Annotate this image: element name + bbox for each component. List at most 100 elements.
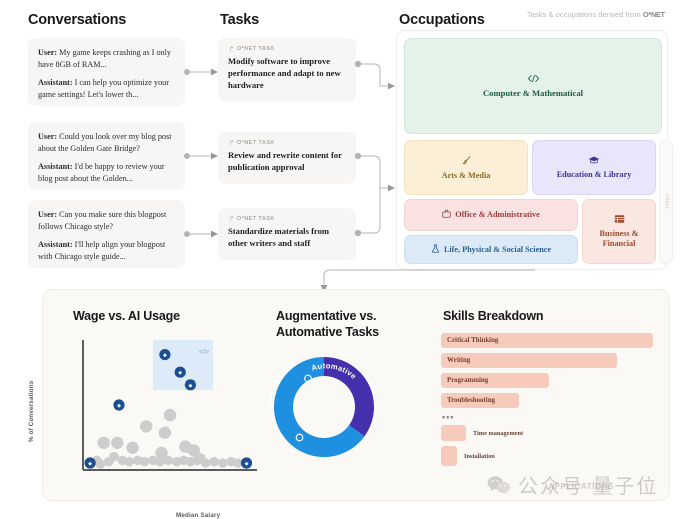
scatter-box-code-icon: </> <box>199 349 209 356</box>
onet-source-label: O*NET <box>642 10 665 19</box>
speaker-label-user: User: <box>38 132 58 141</box>
briefcase-icon <box>442 209 451 221</box>
scatter-plot-svg: </> ◆ ◆ ◆ ◆ ◆ ◆ <box>82 340 257 471</box>
column-title-tasks: Tasks <box>220 12 260 28</box>
occupation-cell-business-financial[interactable]: Business & Financial <box>582 199 656 264</box>
scatter-point-icon: ◆ <box>245 461 249 467</box>
donut-label-automative: Automative <box>310 361 358 381</box>
skill-bar[interactable]: Critical Thinking <box>441 333 653 348</box>
skill-bar[interactable]: Programming <box>441 373 550 388</box>
task-text: Modify software to improve performance a… <box>228 56 341 90</box>
scatter-highlight-box <box>153 340 213 390</box>
occupation-cell-arts-media[interactable]: Arts & Media <box>404 140 528 195</box>
conversation-turn-assistant: Assistant: I'll help align your blogpost… <box>38 239 175 262</box>
skill-chip <box>441 446 457 466</box>
task-text: Standardize materials from other writers… <box>228 226 330 248</box>
speaker-label-user: User: <box>38 210 58 219</box>
occupation-label: Computer & Mathematical <box>482 87 584 98</box>
occupation-label: Business & Financial <box>599 229 639 248</box>
conversation-user-text: Can you make sure this blogpost follows … <box>38 210 167 231</box>
occupation-cell-other[interactable]: Other <box>659 140 673 264</box>
tag-pin-icon <box>229 216 234 222</box>
donut-label-automative-text: Automative <box>310 361 358 381</box>
occupation-label: Office & Administrative <box>455 210 540 220</box>
skill-bar[interactable]: Troubleshooting <box>441 393 520 408</box>
task-badge: O*NET TASK <box>228 46 346 52</box>
flask-icon <box>431 244 440 256</box>
tag-pin-icon <box>229 140 234 146</box>
watermark-text: 公众号 量子位 <box>518 474 659 498</box>
task-card[interactable]: O*NET TASK Modify software to improve pe… <box>218 38 356 102</box>
scatter-point-muted <box>126 441 139 454</box>
scatter-point-muted <box>163 455 174 466</box>
conversation-user-text: My game keeps crashing as I only have 8G… <box>38 48 172 69</box>
occupation-cell-life-physical-social-science[interactable]: Life, Physical & Social Science <box>404 235 578 264</box>
occupation-label: Other <box>663 194 670 210</box>
task-badge: O*NET TASK <box>228 140 346 146</box>
scatter-point-muted <box>209 456 219 467</box>
scatter-point-muted <box>140 420 153 433</box>
donut-slices-group <box>273 357 374 457</box>
speaker-label-assistant: Assistant: <box>38 240 73 250</box>
occupation-cell-office-administrative[interactable]: Office & Administrative <box>404 199 578 231</box>
conversation-user-text: Could you look over my blog post about t… <box>38 132 172 153</box>
paintbrush-icon <box>461 155 472 169</box>
scatter-point-muted <box>217 458 228 468</box>
infographic-canvas: Conversations Tasks Occupations Tasks & … <box>0 0 700 519</box>
task-badge: O*NET TASK <box>228 216 346 222</box>
conversation-card[interactable]: User: My game keeps crashing as I only h… <box>28 38 185 106</box>
skill-bar[interactable]: Writing <box>441 353 617 368</box>
task-badge-text: O*NET TASK <box>237 140 275 146</box>
task-card[interactable]: O*NET TASK Standardize materials from ot… <box>218 208 356 260</box>
skill-extra-label: Installation <box>464 452 495 460</box>
scatter-point-icon: ◆ <box>178 370 182 376</box>
conversation-turn-assistant: Assistant: I can help you optimize your … <box>38 77 175 100</box>
task-badge-text: O*NET TASK <box>237 216 275 222</box>
connector-tasks-to-occupations <box>354 60 395 237</box>
occupation-label: Life, Physical & Social Science <box>443 244 552 254</box>
skill-chip <box>441 425 466 441</box>
occupation-label: Arts & Media <box>441 170 491 180</box>
column-title-occupations: Occupations <box>399 12 485 28</box>
speaker-label-user: User: <box>38 48 58 57</box>
derived-note-prefix: Tasks & occupations derived from <box>527 10 643 19</box>
donut-chart-augmentative-vs-automative: Automative Augmentative <box>265 348 383 471</box>
occupation-label: Education & Library <box>556 170 632 179</box>
skill-label: Programming <box>447 377 489 384</box>
tag-pin-icon <box>229 46 234 52</box>
chart-title-augmentative-vs-automative: Augmentative vs. Automative Tasks <box>276 309 379 339</box>
scatter-point-muted <box>95 459 106 469</box>
chart-title-skills-breakdown: Skills Breakdown <box>443 309 544 323</box>
code-icon <box>527 74 540 85</box>
scatter-chart-wage-vs-ai-usage: </> ◆ ◆ ◆ ◆ ◆ ◆ Median Salary % of Conversati… <box>28 334 261 519</box>
scatter-point-icon: ◆ <box>163 353 167 359</box>
skill-label: Troubleshooting <box>447 397 495 404</box>
wechat-icon <box>487 476 510 494</box>
watermark: 公众号 量子位 <box>487 470 658 499</box>
skill-extra-item[interactable]: Time management <box>441 425 653 441</box>
scatter-point-icon: ◆ <box>117 403 121 409</box>
scatter-point-muted <box>109 451 119 462</box>
task-card[interactable]: O*NET TASK Review and rewrite content fo… <box>218 132 356 184</box>
conversation-turn-user: User: Could you look over my blog post a… <box>38 131 175 154</box>
scatter-point-muted <box>111 436 124 449</box>
ledger-icon <box>614 214 625 227</box>
skills-breakdown-chart: Critical Thinking Writing Programming Tr… <box>441 333 653 471</box>
skills-more-ellipsis[interactable]: ••• <box>442 413 653 422</box>
scatter-point-muted <box>200 458 211 468</box>
scatter-point-muted <box>163 408 177 422</box>
occupation-cell-education-library[interactable]: Education & Library <box>532 140 656 195</box>
conversation-card[interactable]: User: Can you make sure this blogpost fo… <box>28 200 185 268</box>
scatter-y-axis-label: % of Conversations <box>28 380 35 442</box>
occupation-cell-computer-mathematical[interactable]: Computer & Mathematical <box>404 38 662 134</box>
occupations-panel: Computer & Mathematical Arts & Media Edu… <box>396 30 673 270</box>
skill-label: Critical Thinking <box>447 337 499 344</box>
chart-title-wage-vs-ai-usage: Wage vs. AI Usage <box>73 309 180 323</box>
skill-extra-item[interactable]: Installation <box>441 446 653 466</box>
scatter-point-muted <box>192 455 202 466</box>
conversation-card[interactable]: User: Could you look over my blog post a… <box>28 122 185 190</box>
speaker-label-assistant: Assistant: <box>38 78 73 88</box>
scatter-point-icon: ◆ <box>188 383 192 389</box>
conversation-turn-user: User: Can you make sure this blogpost fo… <box>38 209 175 232</box>
scatter-point-muted <box>139 456 150 467</box>
